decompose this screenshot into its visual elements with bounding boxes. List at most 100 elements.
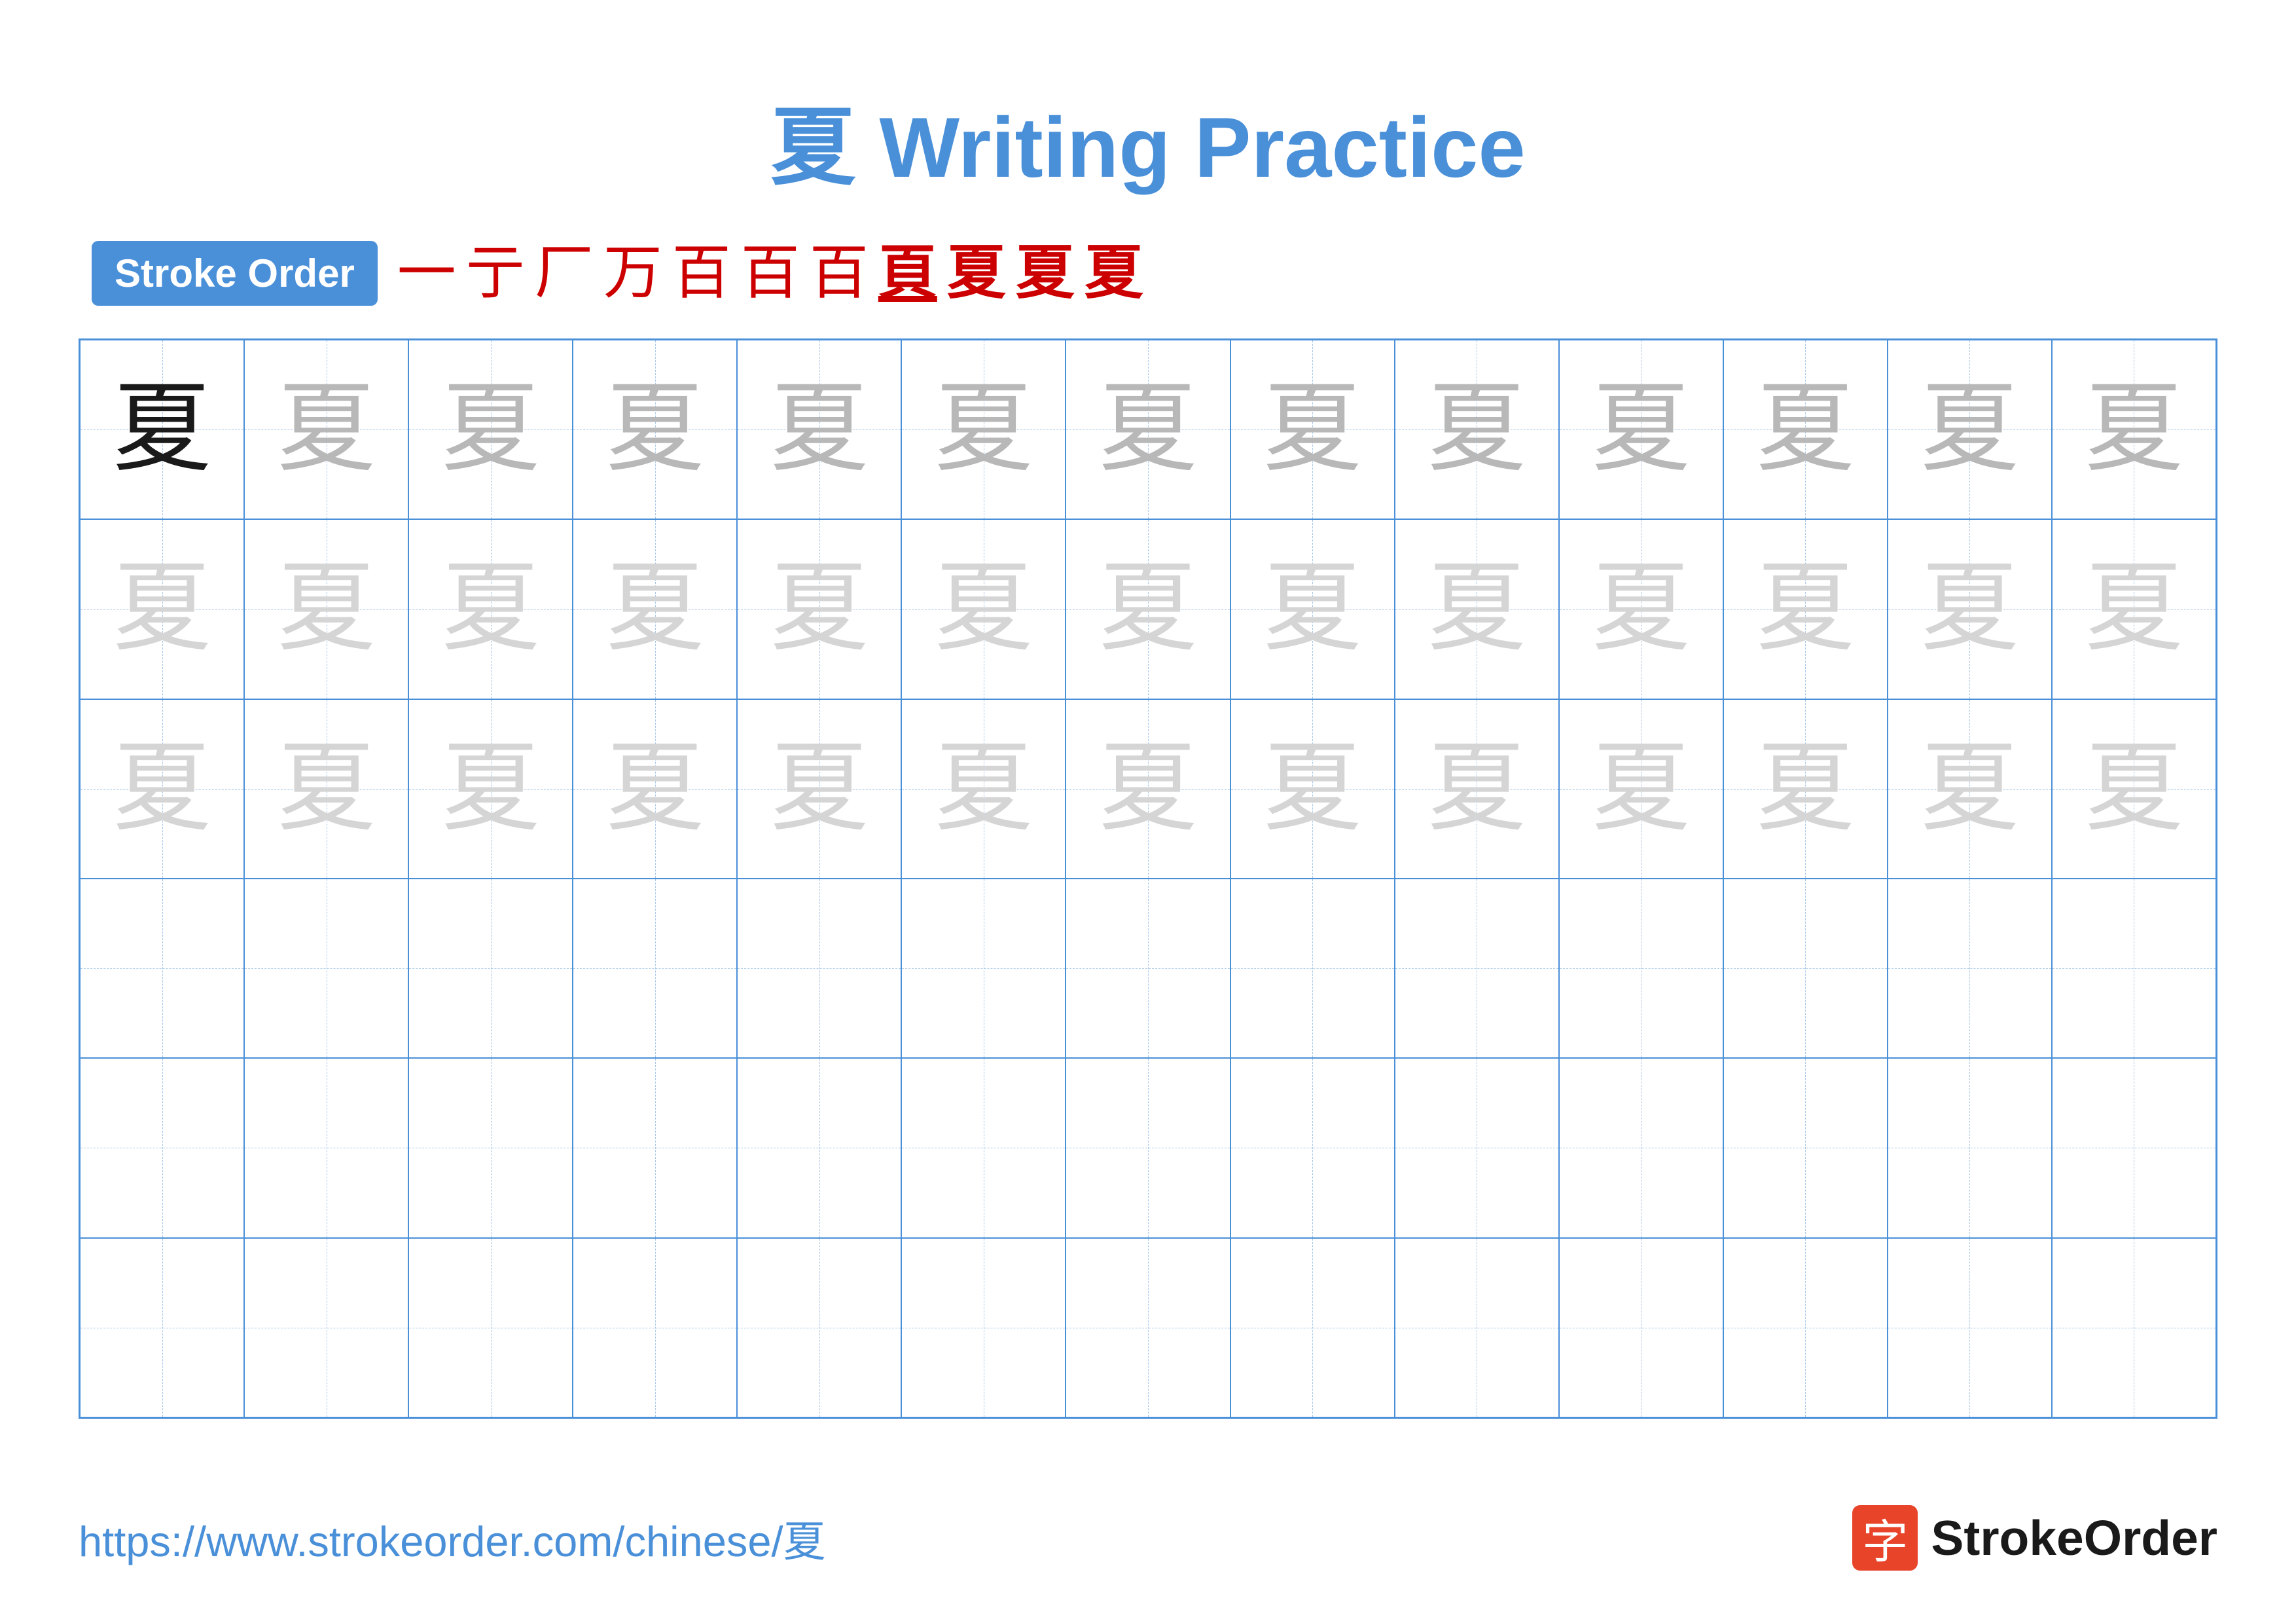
grid-cell-3-11[interactable] [1888,879,2052,1058]
grid-cell-2-3[interactable]: 夏 [573,699,737,879]
grid-cell-3-10[interactable] [1723,879,1888,1058]
grid-cell-0-1[interactable]: 夏 [244,340,408,519]
grid-cell-5-3[interactable] [573,1238,737,1417]
grid-cell-3-1[interactable] [244,879,408,1058]
grid-cell-3-7[interactable] [1230,879,1395,1058]
grid-cell-5-8[interactable] [1395,1238,1559,1417]
grid-cell-0-3[interactable]: 夏 [573,340,737,519]
grid-cell-4-2[interactable] [408,1058,573,1237]
grid-cell-4-4[interactable] [737,1058,901,1237]
char-1-1: 夏 [278,560,376,658]
grid-cell-2-2[interactable]: 夏 [408,699,573,879]
grid-cell-3-2[interactable] [408,879,573,1058]
grid-cell-5-7[interactable] [1230,1238,1395,1417]
grid-cell-2-6[interactable]: 夏 [1066,699,1230,879]
grid-cell-4-8[interactable] [1395,1058,1559,1237]
char-2-9: 夏 [1592,740,1690,838]
grid-cell-0-0[interactable]: 夏 [80,340,244,519]
grid-cell-4-11[interactable] [1888,1058,2052,1237]
grid-cell-4-0[interactable] [80,1058,244,1237]
grid-cell-0-11[interactable]: 夏 [1888,340,2052,519]
grid-cell-1-4[interactable]: 夏 [737,519,901,699]
stroke-10: 夏 [1016,244,1075,303]
char-2-12: 夏 [2085,740,2183,838]
grid-cell-2-9[interactable]: 夏 [1559,699,1723,879]
char-2-6: 夏 [1099,740,1197,838]
grid-cell-1-8[interactable]: 夏 [1395,519,1559,699]
stroke-4: 万 [603,244,662,303]
grid-cell-0-5[interactable]: 夏 [901,340,1066,519]
stroke-3: 厂 [535,244,594,303]
grid-cell-4-5[interactable] [901,1058,1066,1237]
grid-cell-0-7[interactable]: 夏 [1230,340,1395,519]
char-2-4: 夏 [770,740,869,838]
grid-cell-5-2[interactable] [408,1238,573,1417]
grid-cell-0-2[interactable]: 夏 [408,340,573,519]
grid-cell-2-11[interactable]: 夏 [1888,699,2052,879]
grid-cell-2-4[interactable]: 夏 [737,699,901,879]
grid-cell-1-2[interactable]: 夏 [408,519,573,699]
grid-cell-5-11[interactable] [1888,1238,2052,1417]
grid-cell-2-8[interactable]: 夏 [1395,699,1559,879]
grid-cell-0-8[interactable]: 夏 [1395,340,1559,519]
stroke-11: 夏 [1085,244,1143,303]
char-0-2: 夏 [442,380,540,479]
grid-cell-3-8[interactable] [1395,879,1559,1058]
char-1-8: 夏 [1427,560,1526,658]
grid-cell-1-5[interactable]: 夏 [901,519,1066,699]
grid-cell-2-12[interactable]: 夏 [2052,699,2216,879]
char-0-9: 夏 [1592,380,1690,479]
char-0-7: 夏 [1263,380,1361,479]
char-2-10: 夏 [1756,740,1854,838]
grid-cell-3-4[interactable] [737,879,901,1058]
char-0-6: 夏 [1099,380,1197,479]
grid-cell-2-7[interactable]: 夏 [1230,699,1395,879]
grid-cell-2-1[interactable]: 夏 [244,699,408,879]
grid-cell-4-3[interactable] [573,1058,737,1237]
char-1-0: 夏 [113,560,211,658]
grid-cell-2-0[interactable]: 夏 [80,699,244,879]
page-title: 夏 Writing Practice [770,100,1525,195]
grid-cell-4-12[interactable] [2052,1058,2216,1237]
grid-cell-3-5[interactable] [901,879,1066,1058]
grid-cell-2-10[interactable]: 夏 [1723,699,1888,879]
grid-cell-5-5[interactable] [901,1238,1066,1417]
grid-cell-1-3[interactable]: 夏 [573,519,737,699]
char-0-11: 夏 [1920,380,2018,479]
char-1-9: 夏 [1592,560,1690,658]
grid-cell-1-12[interactable]: 夏 [2052,519,2216,699]
grid-cell-1-11[interactable]: 夏 [1888,519,2052,699]
grid-cell-0-6[interactable]: 夏 [1066,340,1230,519]
stroke-7: 百 [810,244,869,303]
grid-cell-0-10[interactable]: 夏 [1723,340,1888,519]
grid-cell-3-12[interactable] [2052,879,2216,1058]
grid-cell-0-12[interactable]: 夏 [2052,340,2216,519]
grid-cell-4-1[interactable] [244,1058,408,1237]
grid-cell-3-9[interactable] [1559,879,1723,1058]
grid-cell-5-12[interactable] [2052,1238,2216,1417]
grid-cell-0-9[interactable]: 夏 [1559,340,1723,519]
grid-cell-1-0[interactable]: 夏 [80,519,244,699]
grid-cell-0-4[interactable]: 夏 [737,340,901,519]
grid-cell-5-1[interactable] [244,1238,408,1417]
grid-cell-4-6[interactable] [1066,1058,1230,1237]
grid-cell-1-1[interactable]: 夏 [244,519,408,699]
grid-cell-5-6[interactable] [1066,1238,1230,1417]
grid-cell-1-9[interactable]: 夏 [1559,519,1723,699]
grid-cell-3-3[interactable] [573,879,737,1058]
grid-cell-5-4[interactable] [737,1238,901,1417]
grid-cell-5-10[interactable] [1723,1238,1888,1417]
grid-cell-5-9[interactable] [1559,1238,1723,1417]
grid-cell-3-0[interactable] [80,879,244,1058]
char-0-0: 夏 [113,380,211,479]
stroke-2: 亍 [466,244,525,303]
grid-cell-1-7[interactable]: 夏 [1230,519,1395,699]
grid-cell-4-9[interactable] [1559,1058,1723,1237]
grid-cell-3-6[interactable] [1066,879,1230,1058]
grid-cell-2-5[interactable]: 夏 [901,699,1066,879]
grid-cell-1-6[interactable]: 夏 [1066,519,1230,699]
grid-cell-4-10[interactable] [1723,1058,1888,1237]
grid-cell-1-10[interactable]: 夏 [1723,519,1888,699]
grid-cell-4-7[interactable] [1230,1058,1395,1237]
grid-cell-5-0[interactable] [80,1238,244,1417]
